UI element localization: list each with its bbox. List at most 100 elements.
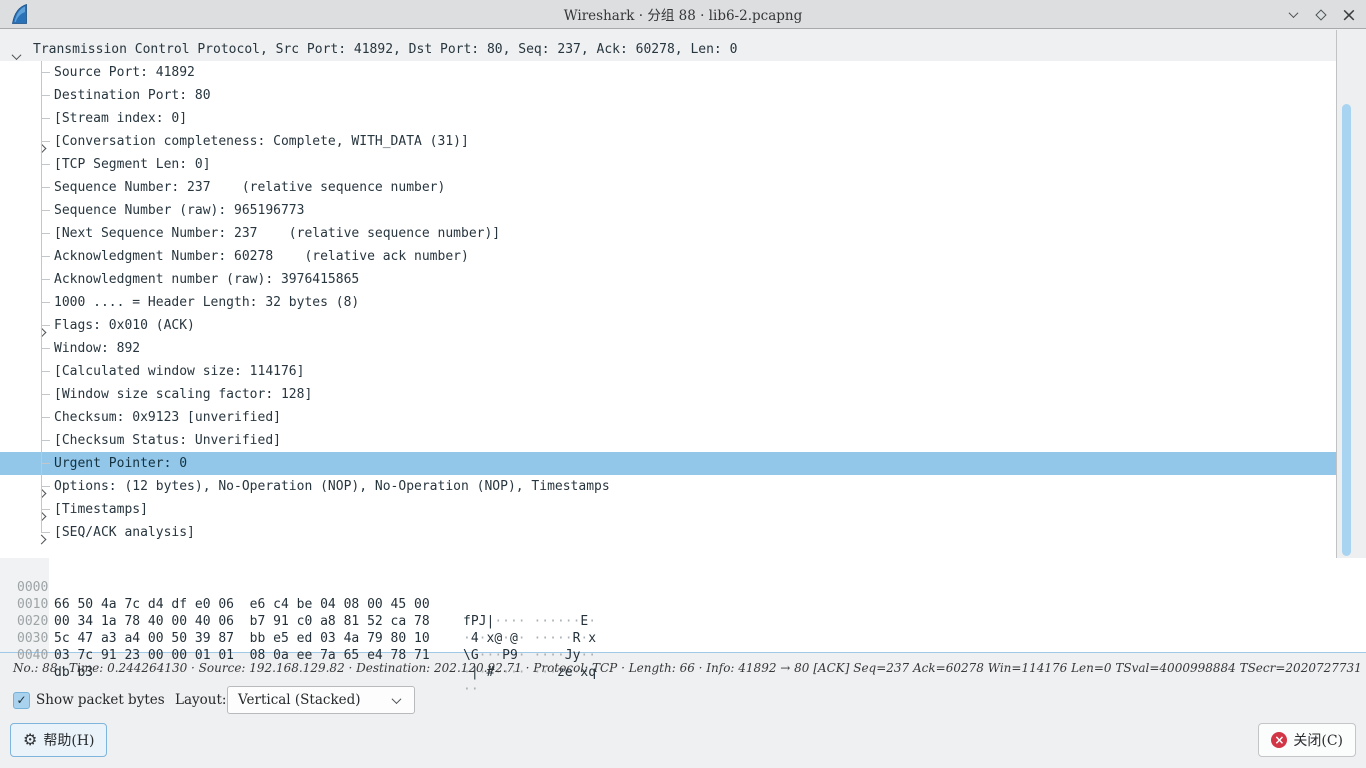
tree-row-text: [Conversation completeness: Complete, WI… xyxy=(54,130,469,153)
tree-row-text: [TCP Segment Len: 0] xyxy=(54,153,211,176)
hex-row[interactable]: 0020 5c 47 a3 a4 00 50 39 87 bb e5 ed 03… xyxy=(0,596,1366,613)
tree-row-text: Window: 892 xyxy=(54,337,140,360)
branch-dash xyxy=(41,532,50,533)
help-button-label: 帮助(H) xyxy=(43,730,94,750)
tree-row-text: Checksum: 0x9123 [unverified] xyxy=(54,406,281,429)
tree-row-text: [Calculated window size: 114176] xyxy=(54,360,304,383)
branch-dash xyxy=(41,348,50,349)
tree-row[interactable]: Flags: 0x010 (ACK) xyxy=(0,314,1336,337)
branch-dash xyxy=(41,394,50,395)
tree-row[interactable]: Acknowledgment Number: 60278 (relative a… xyxy=(0,245,1336,268)
branch-dash xyxy=(41,463,50,464)
branch-dash xyxy=(41,279,50,280)
tree-row-text: 1000 .... = Header Length: 32 bytes (8) xyxy=(54,291,359,314)
branch-dash xyxy=(41,486,50,487)
chevron-down-icon xyxy=(392,694,402,704)
branch-dash xyxy=(41,302,50,303)
tree-row-text: [Checksum Status: Unverified] xyxy=(54,429,281,452)
tree-row[interactable]: [Timestamps] xyxy=(0,498,1336,521)
show-packet-bytes-checkbox[interactable]: ✓ xyxy=(13,692,30,709)
tree-row[interactable]: Options: (12 bytes), No-Operation (NOP),… xyxy=(0,475,1336,498)
branch-dash xyxy=(41,325,50,326)
minimize-icon[interactable] xyxy=(1284,6,1302,24)
window-controls: × xyxy=(1284,0,1358,29)
tree-row-text: [Window size scaling factor: 128] xyxy=(54,383,312,406)
branch-dash xyxy=(41,509,50,510)
tree-row[interactable]: Transmission Control Protocol, Src Port:… xyxy=(0,38,1336,61)
tree-row[interactable]: [TCP Segment Len: 0] xyxy=(0,153,1336,176)
hex-row[interactable]: 0000 66 50 4a 7c d4 df e0 06 e6 c4 be 04… xyxy=(0,562,1366,579)
tree-row[interactable]: Acknowledgment number (raw): 3976415865 xyxy=(0,268,1336,291)
tree-row[interactable]: Urgent Pointer: 0 xyxy=(0,452,1336,475)
tree-row-text: Flags: 0x010 (ACK) xyxy=(54,314,195,337)
tree-scrollbar-thumb[interactable] xyxy=(1342,104,1351,556)
window-close-icon[interactable]: × xyxy=(1340,6,1358,24)
layout-dropdown-value: Vertical (Stacked) xyxy=(238,692,361,708)
tree-row[interactable]: [SEQ/ACK analysis] xyxy=(0,521,1336,544)
hex-row[interactable]: 0010 00 34 1a 78 40 00 40 06 b7 91 c0 a8… xyxy=(0,579,1366,596)
tree-row[interactable]: 1000 .... = Header Length: 32 bytes (8) xyxy=(0,291,1336,314)
branch-dash xyxy=(41,95,50,96)
tree-rows: Transmission Control Protocol, Src Port:… xyxy=(0,38,1336,544)
help-button[interactable]: ⚙ 帮助(H) xyxy=(10,723,107,757)
branch-dash xyxy=(41,256,50,257)
branch-dash xyxy=(41,233,50,234)
tree-branch-line xyxy=(41,61,42,532)
tree-row-text: Urgent Pointer: 0 xyxy=(54,452,187,475)
packet-summary-line: No.: 88 · Time: 0.244264130 · Source: 19… xyxy=(13,661,1358,679)
close-button[interactable]: × 关闭(C) xyxy=(1258,723,1356,757)
buttons-row: ⚙ 帮助(H) × 关闭(C) xyxy=(0,723,1366,757)
show-packet-bytes-label[interactable]: Show packet bytes xyxy=(36,692,165,708)
titlebar: Wireshark · 分组 88 · lib6-2.pcapng × xyxy=(0,0,1366,29)
layout-label: Layout: xyxy=(175,692,226,708)
window-title: Wireshark · 分组 88 · lib6-2.pcapng xyxy=(0,4,1366,24)
packet-detail-tree: Transmission Control Protocol, Src Port:… xyxy=(0,30,1366,558)
tree-row[interactable]: Destination Port: 80 xyxy=(0,84,1336,107)
branch-dash xyxy=(41,440,50,441)
tree-row-text: [Timestamps] xyxy=(54,498,148,521)
tree-row-text: Sequence Number (raw): 965196773 xyxy=(54,199,304,222)
checkmark-icon: ✓ xyxy=(16,693,26,708)
tree-row-text: Acknowledgment Number: 60278 (relative a… xyxy=(54,245,469,268)
tree-row-text: [Stream index: 0] xyxy=(54,107,187,130)
tree-row[interactable]: [Next Sequence Number: 237 (relative seq… xyxy=(0,222,1336,245)
close-button-label: 关闭(C) xyxy=(1293,730,1343,750)
maximize-icon[interactable] xyxy=(1312,6,1330,24)
tree-row[interactable]: Sequence Number (raw): 965196773 xyxy=(0,199,1336,222)
branch-dash xyxy=(41,141,50,142)
tree-row[interactable]: [Window size scaling factor: 128] xyxy=(0,383,1336,406)
tree-row-text: Destination Port: 80 xyxy=(54,84,211,107)
tree-row[interactable]: Sequence Number: 237 (relative sequence … xyxy=(0,176,1336,199)
branch-dash xyxy=(41,164,50,165)
tree-row-text: Acknowledgment number (raw): 3976415865 xyxy=(54,268,359,291)
wireshark-logo-icon xyxy=(10,3,32,26)
tree-row[interactable]: Checksum: 0x9123 [unverified] xyxy=(0,406,1336,429)
hex-row[interactable]: 0040 db b3 ·· xyxy=(0,630,1366,647)
tree-row-text: Transmission Control Protocol, Src Port:… xyxy=(33,38,737,61)
tree-row[interactable]: [Checksum Status: Unverified] xyxy=(0,429,1336,452)
help-icon: ⚙ xyxy=(23,732,37,748)
tree-row[interactable]: [Stream index: 0] xyxy=(0,107,1336,130)
tree-row-text: Source Port: 41892 xyxy=(54,61,195,84)
branch-dash xyxy=(41,187,50,188)
tree-row[interactable]: Source Port: 41892 xyxy=(0,61,1336,84)
close-circle-icon: × xyxy=(1271,732,1287,748)
tree-row-text: [SEQ/ACK analysis] xyxy=(54,521,195,544)
tree-row-text: [Next Sequence Number: 237 (relative seq… xyxy=(54,222,500,245)
controls-row: ✓ Show packet bytes Layout: Vertical (St… xyxy=(0,684,1366,716)
hex-rows: 0000 66 50 4a 7c d4 df e0 06 e6 c4 be 04… xyxy=(0,562,1366,647)
layout-dropdown[interactable]: Vertical (Stacked) xyxy=(227,686,415,714)
tree-row[interactable]: Window: 892 xyxy=(0,337,1336,360)
hex-row[interactable]: 0030 03 7c 91 23 00 00 01 01 08 0a ee 7a… xyxy=(0,613,1366,630)
tree-row-text: Options: (12 bytes), No-Operation (NOP),… xyxy=(54,475,610,498)
branch-dash xyxy=(41,371,50,372)
branch-dash xyxy=(41,72,50,73)
branch-dash xyxy=(41,210,50,211)
branch-dash xyxy=(41,417,50,418)
tree-row-text: Sequence Number: 237 (relative sequence … xyxy=(54,176,445,199)
packet-bytes-pane: 0000 66 50 4a 7c d4 df e0 06 e6 c4 be 04… xyxy=(0,558,1366,653)
tree-scrollbar[interactable] xyxy=(1336,30,1366,558)
tree-row[interactable]: [Calculated window size: 114176] xyxy=(0,360,1336,383)
branch-dash xyxy=(41,118,50,119)
tree-row[interactable]: [Conversation completeness: Complete, WI… xyxy=(0,130,1336,153)
